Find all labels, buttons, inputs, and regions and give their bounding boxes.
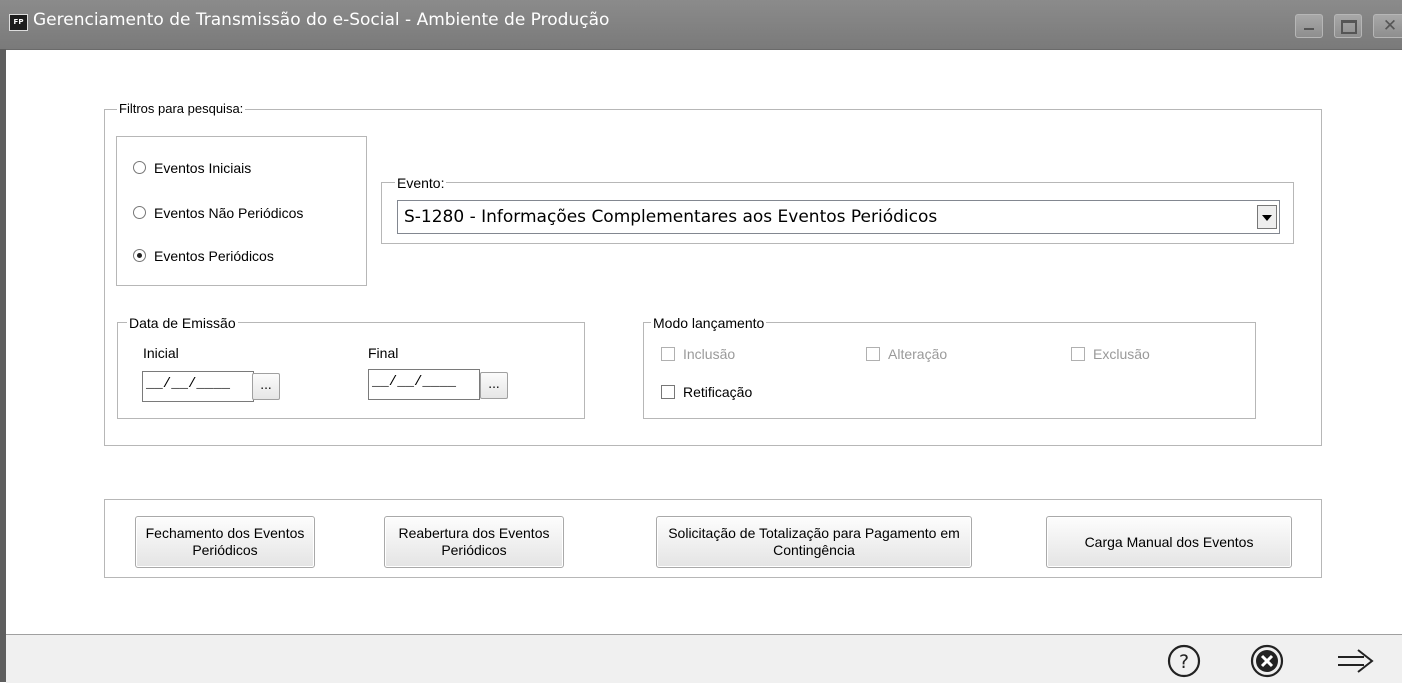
fechamento-eventos-button[interactable]: Fechamento dos Eventos Periódicos — [135, 516, 315, 568]
radio-eventos-periodicos[interactable]: Eventos Periódicos — [133, 248, 274, 264]
date-final-picker-button[interactable]: ... — [480, 372, 508, 399]
checkbox-icon — [661, 385, 675, 399]
checkbox-icon — [866, 347, 880, 361]
carga-manual-button[interactable]: Carga Manual dos Eventos — [1046, 516, 1292, 568]
help-icon[interactable]: ? — [1166, 643, 1202, 679]
evento-legend: Evento: — [395, 175, 447, 191]
radio-eventos-iniciais[interactable]: Eventos Iniciais — [133, 160, 251, 176]
inicial-label: Inicial — [143, 345, 179, 361]
checkbox-label: Retificação — [683, 384, 753, 400]
modo-lancamento-legend: Modo lançamento — [651, 315, 767, 331]
radio-label: Eventos Não Periódicos — [154, 205, 304, 221]
date-inicial-input[interactable]: __/__/____ — [142, 371, 254, 402]
close-button[interactable]: ✕ — [1373, 14, 1402, 38]
chevron-down-icon[interactable] — [1257, 205, 1277, 229]
filtros-legend: Filtros para pesquisa: — [117, 101, 246, 116]
modo-lancamento-group — [643, 322, 1256, 419]
maximize-button[interactable] — [1334, 14, 1362, 38]
checkbox-label: Exclusão — [1093, 346, 1150, 362]
cancel-icon[interactable] — [1249, 643, 1285, 679]
solicitacao-totalizacao-button[interactable]: Solicitação de Totalização para Pagament… — [656, 516, 972, 568]
close-icon: ✕ — [1382, 16, 1398, 36]
radio-label: Eventos Iniciais — [154, 160, 252, 176]
radio-icon — [133, 206, 146, 219]
title-bar: FP Gerenciamento de Transmissão do e-Soc… — [0, 0, 1402, 50]
next-arrow-icon[interactable] — [1334, 643, 1378, 679]
checkbox-icon — [1071, 347, 1085, 361]
date-final-value: __/__/____ — [372, 374, 457, 390]
radio-label: Eventos Periódicos — [154, 248, 274, 264]
checkbox-inclusao[interactable]: Inclusão — [661, 346, 735, 362]
checkbox-icon — [661, 347, 675, 361]
evento-select[interactable]: S-1280 - Informações Complementares aos … — [397, 200, 1280, 234]
svg-text:?: ? — [1179, 651, 1189, 673]
minimize-button[interactable] — [1295, 14, 1323, 38]
evento-select-value: S-1280 - Informações Complementares aos … — [404, 207, 938, 227]
checkbox-label: Inclusão — [683, 346, 736, 362]
window-title: Gerenciamento de Transmissão do e-Social… — [33, 10, 610, 30]
radio-eventos-nao-periodicos[interactable]: Eventos Não Periódicos — [133, 205, 303, 221]
checkbox-label: Alteração — [888, 346, 948, 362]
checkbox-exclusao[interactable]: Exclusão — [1071, 346, 1150, 362]
reabertura-eventos-button[interactable]: Reabertura dos Eventos Periódicos — [384, 516, 564, 568]
date-final-input[interactable]: __/__/____ — [368, 369, 480, 400]
data-emissao-legend: Data de Emissão — [127, 315, 238, 331]
checkbox-retificacao[interactable]: Retificação — [661, 384, 752, 400]
date-inicial-picker-button[interactable]: ... — [252, 373, 280, 400]
window-border — [0, 49, 6, 682]
checkbox-alteracao[interactable]: Alteração — [866, 346, 947, 362]
radio-icon — [133, 161, 146, 174]
date-inicial-value: __/__/____ — [146, 376, 231, 392]
final-label: Final — [368, 345, 399, 361]
radio-selected-icon — [133, 249, 146, 262]
app-icon: FP — [9, 14, 28, 31]
